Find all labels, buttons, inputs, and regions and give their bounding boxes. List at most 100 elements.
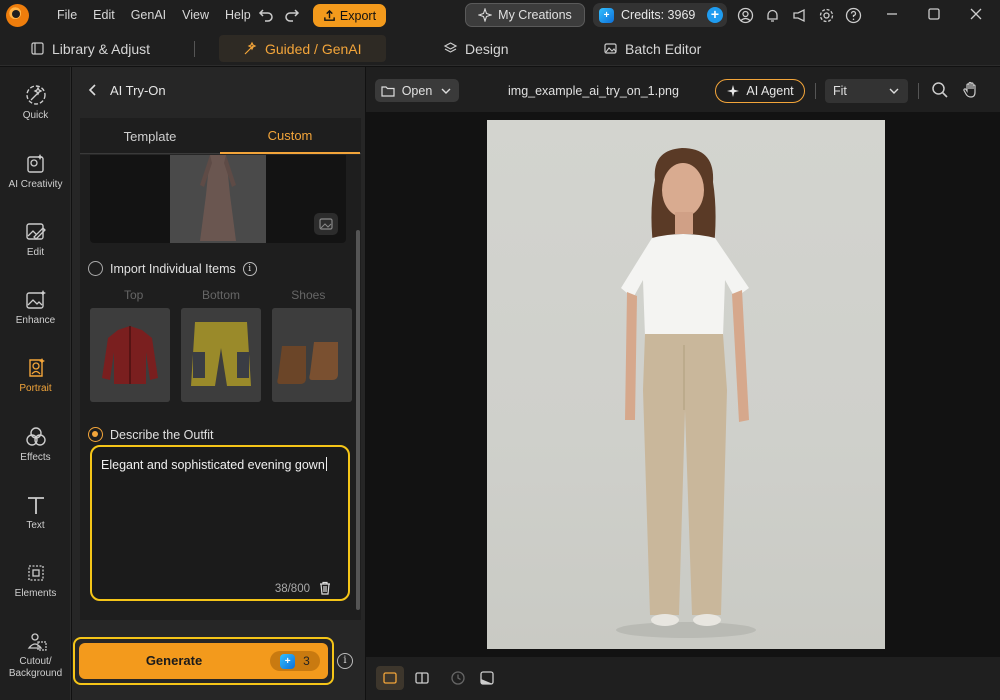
my-creations-button[interactable]: My Creations (465, 3, 585, 27)
folder-icon (381, 85, 395, 97)
outfit-preview (90, 155, 346, 243)
before-after-button[interactable] (473, 666, 501, 690)
file-name: img_example_ai_try_on_1.png (508, 84, 679, 98)
menu-genai[interactable]: GenAI (131, 8, 166, 22)
import-items-option[interactable]: Import Individual Items i (88, 261, 257, 276)
describe-outfit-option[interactable]: Describe the Outfit (88, 427, 214, 442)
settings-gear-icon[interactable] (818, 7, 835, 24)
menu-file[interactable]: File (57, 8, 77, 22)
category-bottom: Bottom (201, 288, 240, 302)
describe-outfit-radio[interactable] (88, 427, 103, 442)
generate-button[interactable]: Generate + 3 (79, 643, 328, 679)
rail-enhance-label: Enhance (15, 315, 56, 326)
mode-library-adjust[interactable]: Library & Adjust (30, 35, 150, 62)
rail-portrait[interactable]: Portrait (0, 356, 71, 395)
outfit-description-input[interactable]: Elegant and sophisticated evening gown 3… (90, 445, 350, 601)
top-jacket-thumbnail[interactable] (90, 308, 170, 402)
panel-scroll-area[interactable]: Import Individual Items i Top Bottom Sho… (80, 155, 361, 620)
export-button[interactable]: Export (313, 4, 386, 27)
generate-label: Generate (145, 653, 203, 668)
trash-icon[interactable] (318, 581, 332, 595)
outfit-description-text[interactable]: Elegant and sophisticated evening gown (101, 457, 327, 472)
compare-view-button[interactable] (408, 666, 436, 690)
history-button[interactable] (444, 666, 472, 690)
tab-custom[interactable]: Custom (220, 118, 360, 154)
rail-quick[interactable]: Quick (0, 83, 71, 122)
mode-batch-label: Batch Editor (625, 40, 702, 57)
generate-cost-value: 3 (303, 654, 310, 668)
help-icon[interactable] (845, 7, 862, 24)
layers-icon (443, 42, 458, 53)
shoes-boots-thumbnail[interactable] (272, 308, 352, 402)
window-controls (884, 6, 984, 22)
rail-text[interactable]: Text (0, 493, 71, 532)
search-zoom-icon[interactable] (930, 80, 950, 100)
ai-agent-button[interactable]: AI Agent (715, 79, 805, 103)
title-bar: File Edit GenAI View Help Export My Crea… (0, 0, 1000, 31)
rail-effects-label: Effects (20, 452, 51, 463)
single-view-button[interactable] (376, 666, 404, 690)
canvas-toolbar: Open img_example_ai_try_on_1.png AI Agen… (366, 67, 1000, 112)
rail-ai-creativity[interactable]: AI Creativity (0, 152, 71, 191)
rail-edit[interactable]: Edit (0, 220, 71, 259)
mode-guided-label: Guided / GenAI (265, 40, 362, 57)
minimize-icon[interactable] (884, 6, 900, 22)
before-after-icon (480, 671, 494, 685)
sparkle-icon (478, 8, 493, 22)
hand-pan-icon[interactable] (961, 80, 981, 100)
tab-template[interactable]: Template (80, 118, 220, 154)
image-canvas[interactable] (366, 112, 1000, 657)
character-counter: 38/800 (274, 583, 310, 595)
elements-icon (27, 565, 44, 581)
account-icon[interactable] (737, 7, 754, 24)
description-value: Elegant and sophisticated evening gown (101, 458, 325, 472)
undo-icon[interactable] (258, 6, 274, 22)
export-icon (324, 9, 335, 21)
mode-batch-editor[interactable]: Batch Editor (603, 35, 701, 62)
zoom-select[interactable]: Fit (825, 79, 908, 103)
add-credits-icon[interactable]: + (707, 7, 723, 23)
info-icon[interactable]: i (242, 261, 257, 276)
panel-title: AI Try-On (110, 82, 166, 98)
megaphone-icon[interactable] (791, 7, 808, 24)
mode-bar: Library & Adjust Guided / GenAI Design B… (0, 31, 1000, 66)
zoom-value: Fit (833, 84, 847, 98)
open-button[interactable]: Open (375, 79, 459, 102)
cutout-icon (27, 633, 47, 651)
generate-cost-badge: + 3 (270, 651, 320, 671)
rail-portrait-label: Portrait (19, 383, 52, 394)
menu-edit[interactable]: Edit (93, 8, 115, 22)
menu-help[interactable]: Help (225, 8, 251, 22)
rail-elements[interactable]: Elements (0, 561, 71, 600)
generate-info-icon[interactable]: i (337, 653, 353, 669)
main-menu: File Edit GenAI View Help (57, 8, 251, 22)
rail-quick-label: Quick (22, 110, 49, 121)
credits-badge[interactable]: + Credits: 3969 + (593, 3, 727, 27)
back-chevron-icon[interactable] (86, 83, 100, 97)
rail-effects[interactable]: Effects (0, 425, 71, 464)
edit-image-icon (25, 223, 46, 240)
menu-view[interactable]: View (182, 8, 209, 22)
ai-agent-label: AI Agent (746, 84, 794, 98)
model-photo (487, 120, 885, 649)
text-t-icon (27, 497, 44, 514)
text-caret (325, 457, 327, 471)
bottom-shorts-thumbnail[interactable] (181, 308, 261, 402)
rail-cutout-background[interactable]: Cutout/ Background (0, 629, 71, 680)
mode-design[interactable]: Design (443, 35, 509, 62)
mode-divider (194, 41, 195, 57)
panel-scrollbar[interactable] (356, 230, 360, 610)
redo-icon[interactable] (284, 6, 300, 22)
import-items-radio[interactable] (88, 261, 103, 276)
close-icon[interactable] (968, 6, 984, 22)
mode-guided-genai[interactable]: Guided / GenAI (219, 35, 386, 62)
mode-design-label: Design (465, 40, 509, 57)
credit-gem-icon: + (280, 653, 296, 669)
notification-bell-icon[interactable] (764, 7, 781, 24)
magic-wand-icon (244, 41, 257, 55)
panel-tabs: Template Custom (80, 118, 361, 154)
maximize-icon[interactable] (926, 6, 942, 22)
export-label: Export (339, 8, 377, 23)
rail-enhance[interactable]: Enhance (0, 288, 71, 327)
replace-image-icon[interactable] (314, 213, 338, 235)
